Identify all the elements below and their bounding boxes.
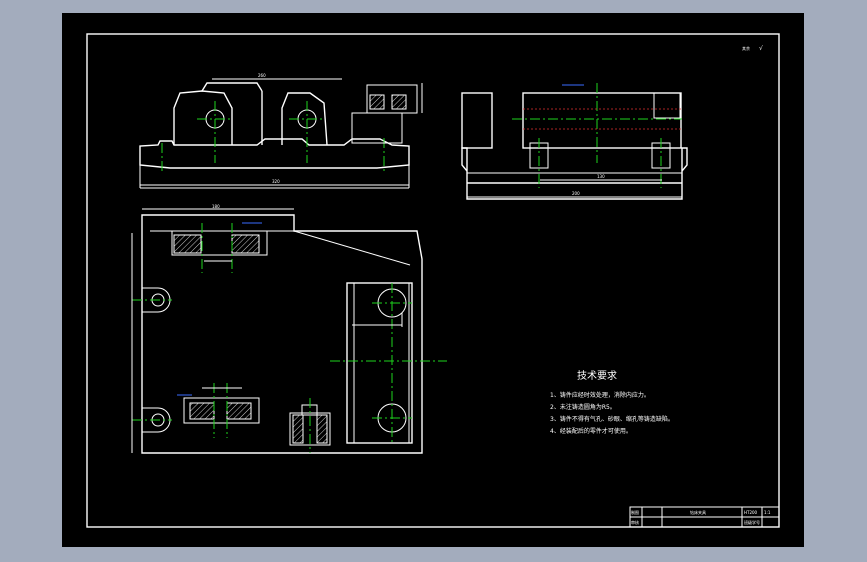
cell-check: 审核 (631, 519, 639, 525)
drawing-name: 钻床夹具 (690, 509, 706, 515)
technical-requirements: 技术要求 1、铸件应经时效处理，消除内应力。 2、未注铸造圆角为R5。 3、铸件… (550, 369, 674, 435)
school: 班级学号 (744, 519, 760, 525)
scale: 1:1 (764, 510, 771, 515)
svg-text:260: 260 (258, 73, 266, 78)
svg-text:180: 180 (212, 204, 220, 209)
svg-text:320: 320 (272, 179, 280, 184)
roughness-note: 其余 (742, 45, 750, 51)
cell-draw: 制图 (631, 509, 639, 515)
top-view: 180 (131, 204, 447, 454)
svg-text:200: 200 (572, 191, 580, 196)
front-view: 260 320 (139, 73, 423, 189)
title-block: 制图 审核 钻床夹具 HT200 1:1 班级学号 (629, 506, 780, 528)
drawing-sheet[interactable]: 其余 √ 260 320 130 200 180 技术要求 1、铸件应经时效处理… (62, 13, 804, 547)
cad-viewport[interactable]: 其余 √ 260 320 130 200 180 技术要求 1、铸件应经时效处理… (0, 0, 867, 562)
tech-req-heading: 技术要求 (577, 369, 617, 382)
tech-req-item-3: 3、铸件不得有气孔、砂眼、缩孔等铸造缺陷。 (550, 415, 674, 423)
drawing-svg: 其余 √ 260 320 130 200 180 技术要求 1、铸件应经时效处理… (86, 33, 780, 528)
material: HT200 (744, 510, 758, 515)
roughness-symbol: √ (759, 45, 763, 52)
tech-req-item-2: 2、未注铸造圆角为R5。 (550, 403, 616, 411)
tech-req-item-1: 1、铸件应经时效处理，消除内应力。 (550, 391, 650, 399)
tech-req-item-4: 4、经装配后的零件才可使用。 (550, 427, 632, 435)
svg-text:130: 130 (597, 174, 605, 179)
side-view: 130 200 (461, 83, 688, 200)
